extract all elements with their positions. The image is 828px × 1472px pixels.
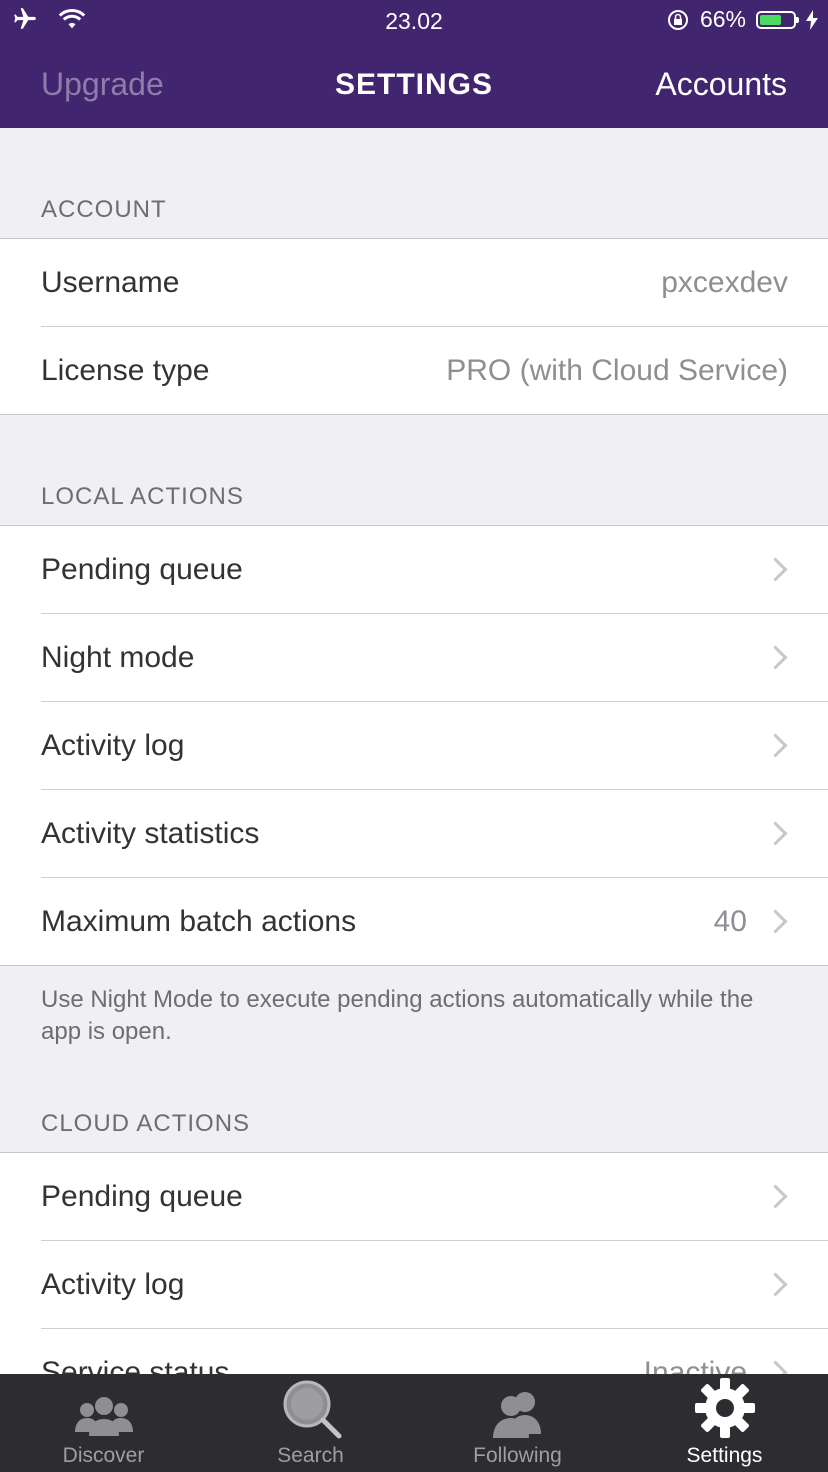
charging-bolt-icon xyxy=(806,9,818,30)
chevron-right-icon xyxy=(763,821,788,846)
tab-discover[interactable]: Discover xyxy=(0,1374,207,1472)
row-service-status[interactable]: Service status Inactive xyxy=(41,1329,828,1374)
row-label: License type xyxy=(41,353,210,387)
row-license-type: License type PRO (with Cloud Service) xyxy=(41,327,828,414)
row-accessory: Inactive xyxy=(643,1355,788,1375)
row-accessory xyxy=(761,1272,788,1297)
battery-icon xyxy=(756,10,799,29)
section-footer-local-actions: Use Night Mode to execute pending action… xyxy=(41,986,754,1045)
row-accessory xyxy=(761,733,788,758)
tab-search[interactable]: Search xyxy=(207,1374,414,1472)
row-night-mode[interactable]: Night mode xyxy=(41,614,828,702)
row-accessory xyxy=(761,1184,788,1209)
chevron-right-icon xyxy=(763,1184,788,1209)
accounts-button[interactable]: Accounts xyxy=(655,66,787,103)
settings-list[interactable]: ACCOUNT Username pxcexdev License type P… xyxy=(0,128,828,1374)
rotation-lock-icon xyxy=(667,9,688,30)
people-icon xyxy=(492,1392,541,1438)
chevron-right-icon xyxy=(763,733,788,758)
row-accessory xyxy=(761,821,788,846)
row-label: Night mode xyxy=(41,640,195,674)
group-local-actions: Pending queue Night mode Activity log Ac… xyxy=(0,525,828,966)
nav-bar: Upgrade SETTINGS Accounts xyxy=(0,42,828,128)
tab-label: Settings xyxy=(686,1444,763,1467)
row-local-pending-queue[interactable]: Pending queue xyxy=(41,526,828,614)
magnifier-icon xyxy=(283,1380,341,1439)
row-label: Pending queue xyxy=(41,552,243,586)
tab-bar: Discover Search Following Settings xyxy=(0,1374,828,1472)
row-value: Inactive xyxy=(643,1355,747,1375)
section-header-account: ACCOUNT xyxy=(41,196,167,223)
row-value: pxcexdev xyxy=(661,265,788,299)
row-label: Username xyxy=(41,265,180,299)
row-local-activity-log[interactable]: Activity log xyxy=(41,702,828,790)
row-accessory xyxy=(761,557,788,582)
group-icon xyxy=(74,1397,133,1436)
group-cloud-actions: Pending queue Activity log Service statu… xyxy=(0,1152,828,1374)
tab-settings[interactable]: Settings xyxy=(621,1374,828,1472)
row-label: Activity log xyxy=(41,728,185,762)
tab-label: Discover xyxy=(62,1444,145,1467)
row-label: Service status xyxy=(41,1355,230,1375)
row-username: Username pxcexdev xyxy=(41,239,828,327)
chevron-right-icon xyxy=(763,1272,788,1297)
battery-percent: 66% xyxy=(699,6,746,32)
chevron-right-icon xyxy=(763,557,788,582)
row-accessory xyxy=(761,645,788,670)
row-accessory: 40 xyxy=(714,905,788,939)
row-label: Activity statistics xyxy=(41,816,260,850)
row-cloud-activity-log[interactable]: Activity log xyxy=(41,1241,828,1329)
chevron-right-icon xyxy=(763,909,788,934)
row-value: 40 xyxy=(713,904,747,938)
top-bar: 23.02 66% Upgrade SETTINGS Accounts xyxy=(0,0,828,128)
row-label: Activity log xyxy=(41,1267,185,1301)
chevron-right-icon xyxy=(763,1360,788,1374)
gear-icon xyxy=(694,1378,755,1438)
status-right: 66% xyxy=(666,6,818,33)
row-label: Pending queue xyxy=(41,1179,243,1213)
tab-following[interactable]: Following xyxy=(414,1374,621,1472)
tab-label: Following xyxy=(473,1444,562,1467)
status-bar: 23.02 66% xyxy=(0,0,828,42)
row-value: PRO (with Cloud Service) xyxy=(446,353,788,387)
chevron-right-icon xyxy=(763,645,788,670)
row-label: Maximum batch actions xyxy=(41,904,357,938)
tab-label: Search xyxy=(277,1444,344,1467)
row-cloud-pending-queue[interactable]: Pending queue xyxy=(41,1153,828,1241)
section-header-cloud-actions: CLOUD ACTIONS xyxy=(41,1110,251,1137)
section-header-local-actions: LOCAL ACTIONS xyxy=(41,483,244,510)
row-maximum-batch-actions[interactable]: Maximum batch actions 40 xyxy=(41,878,828,965)
group-account: Username pxcexdev License type PRO (with… xyxy=(0,238,828,415)
row-activity-statistics[interactable]: Activity statistics xyxy=(41,790,828,878)
